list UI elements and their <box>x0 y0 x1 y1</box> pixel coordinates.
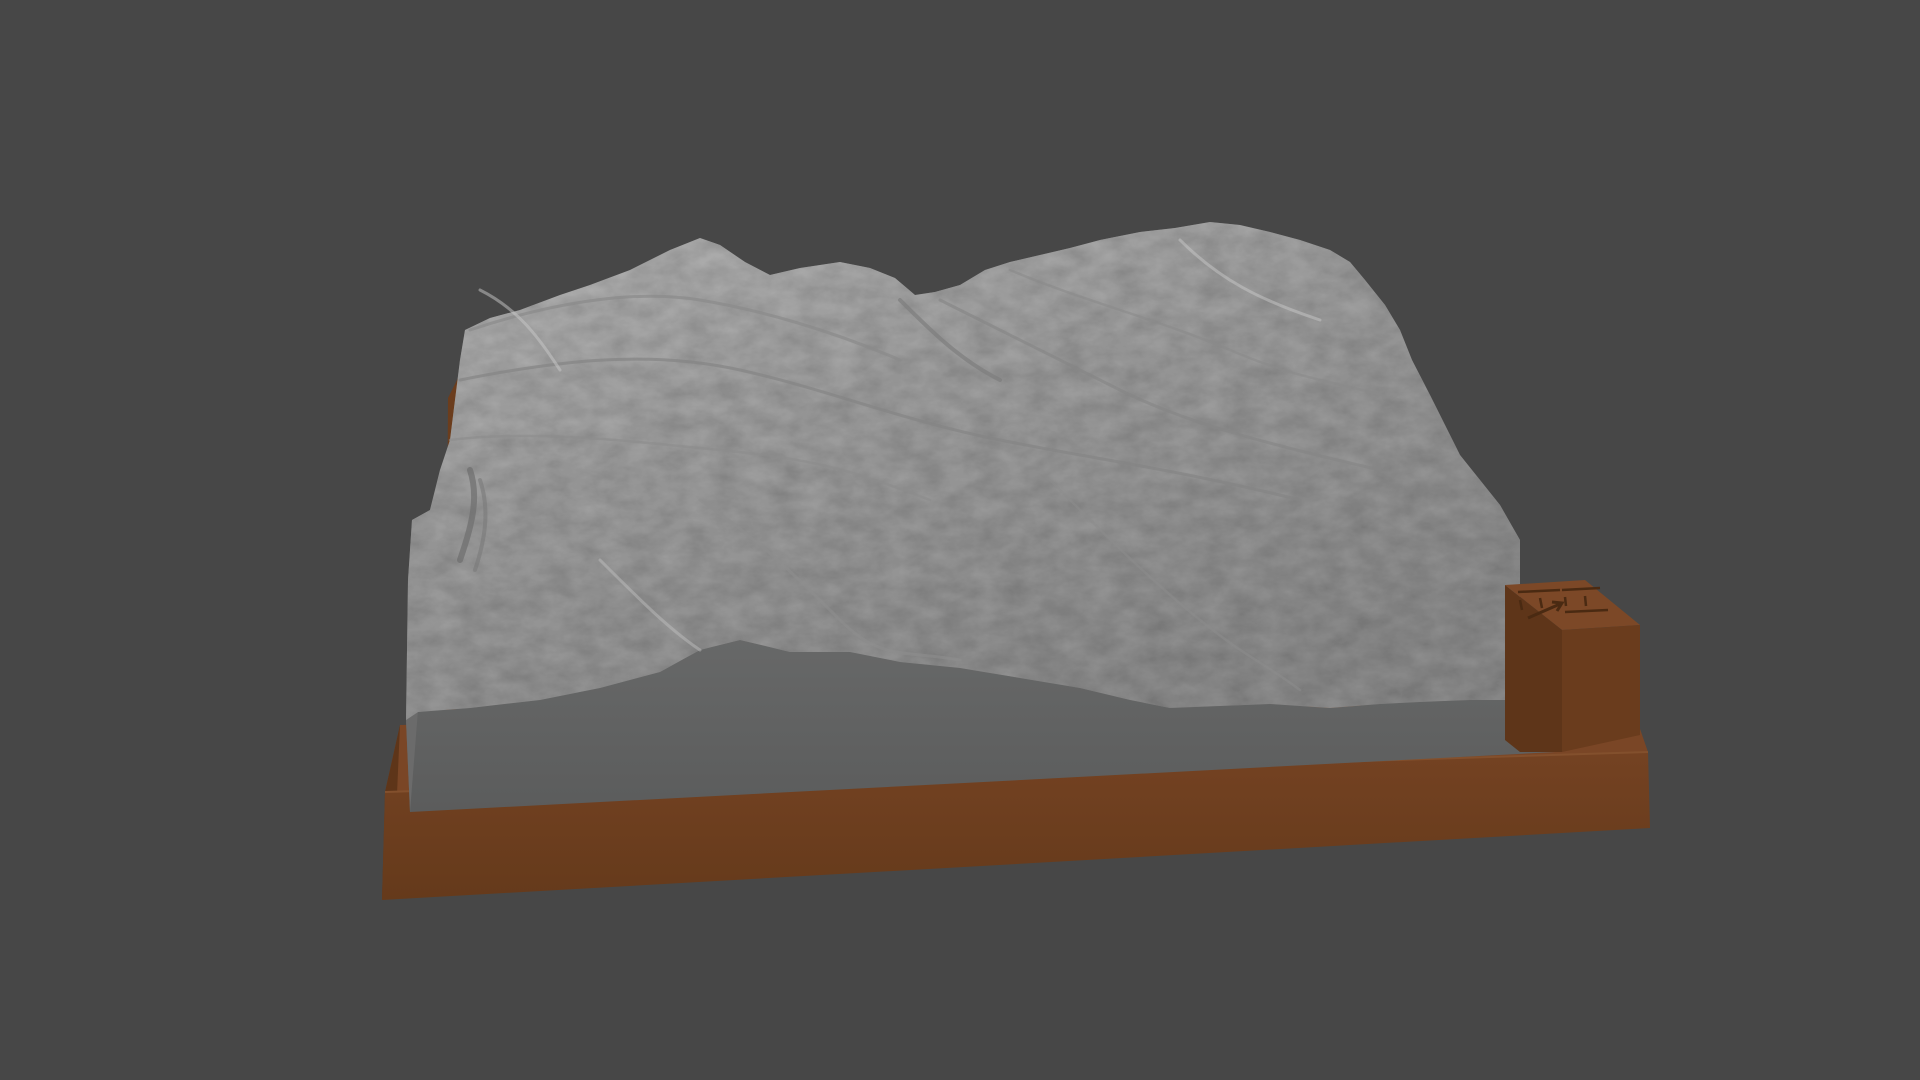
map-marker-block <box>1505 580 1640 752</box>
terrain-model-scene <box>382 222 1650 900</box>
terrain-surface <box>406 222 1520 720</box>
3d-viewport[interactable] <box>0 0 1920 1080</box>
marker-block-front <box>1562 625 1640 752</box>
terrain-top <box>406 222 1520 720</box>
